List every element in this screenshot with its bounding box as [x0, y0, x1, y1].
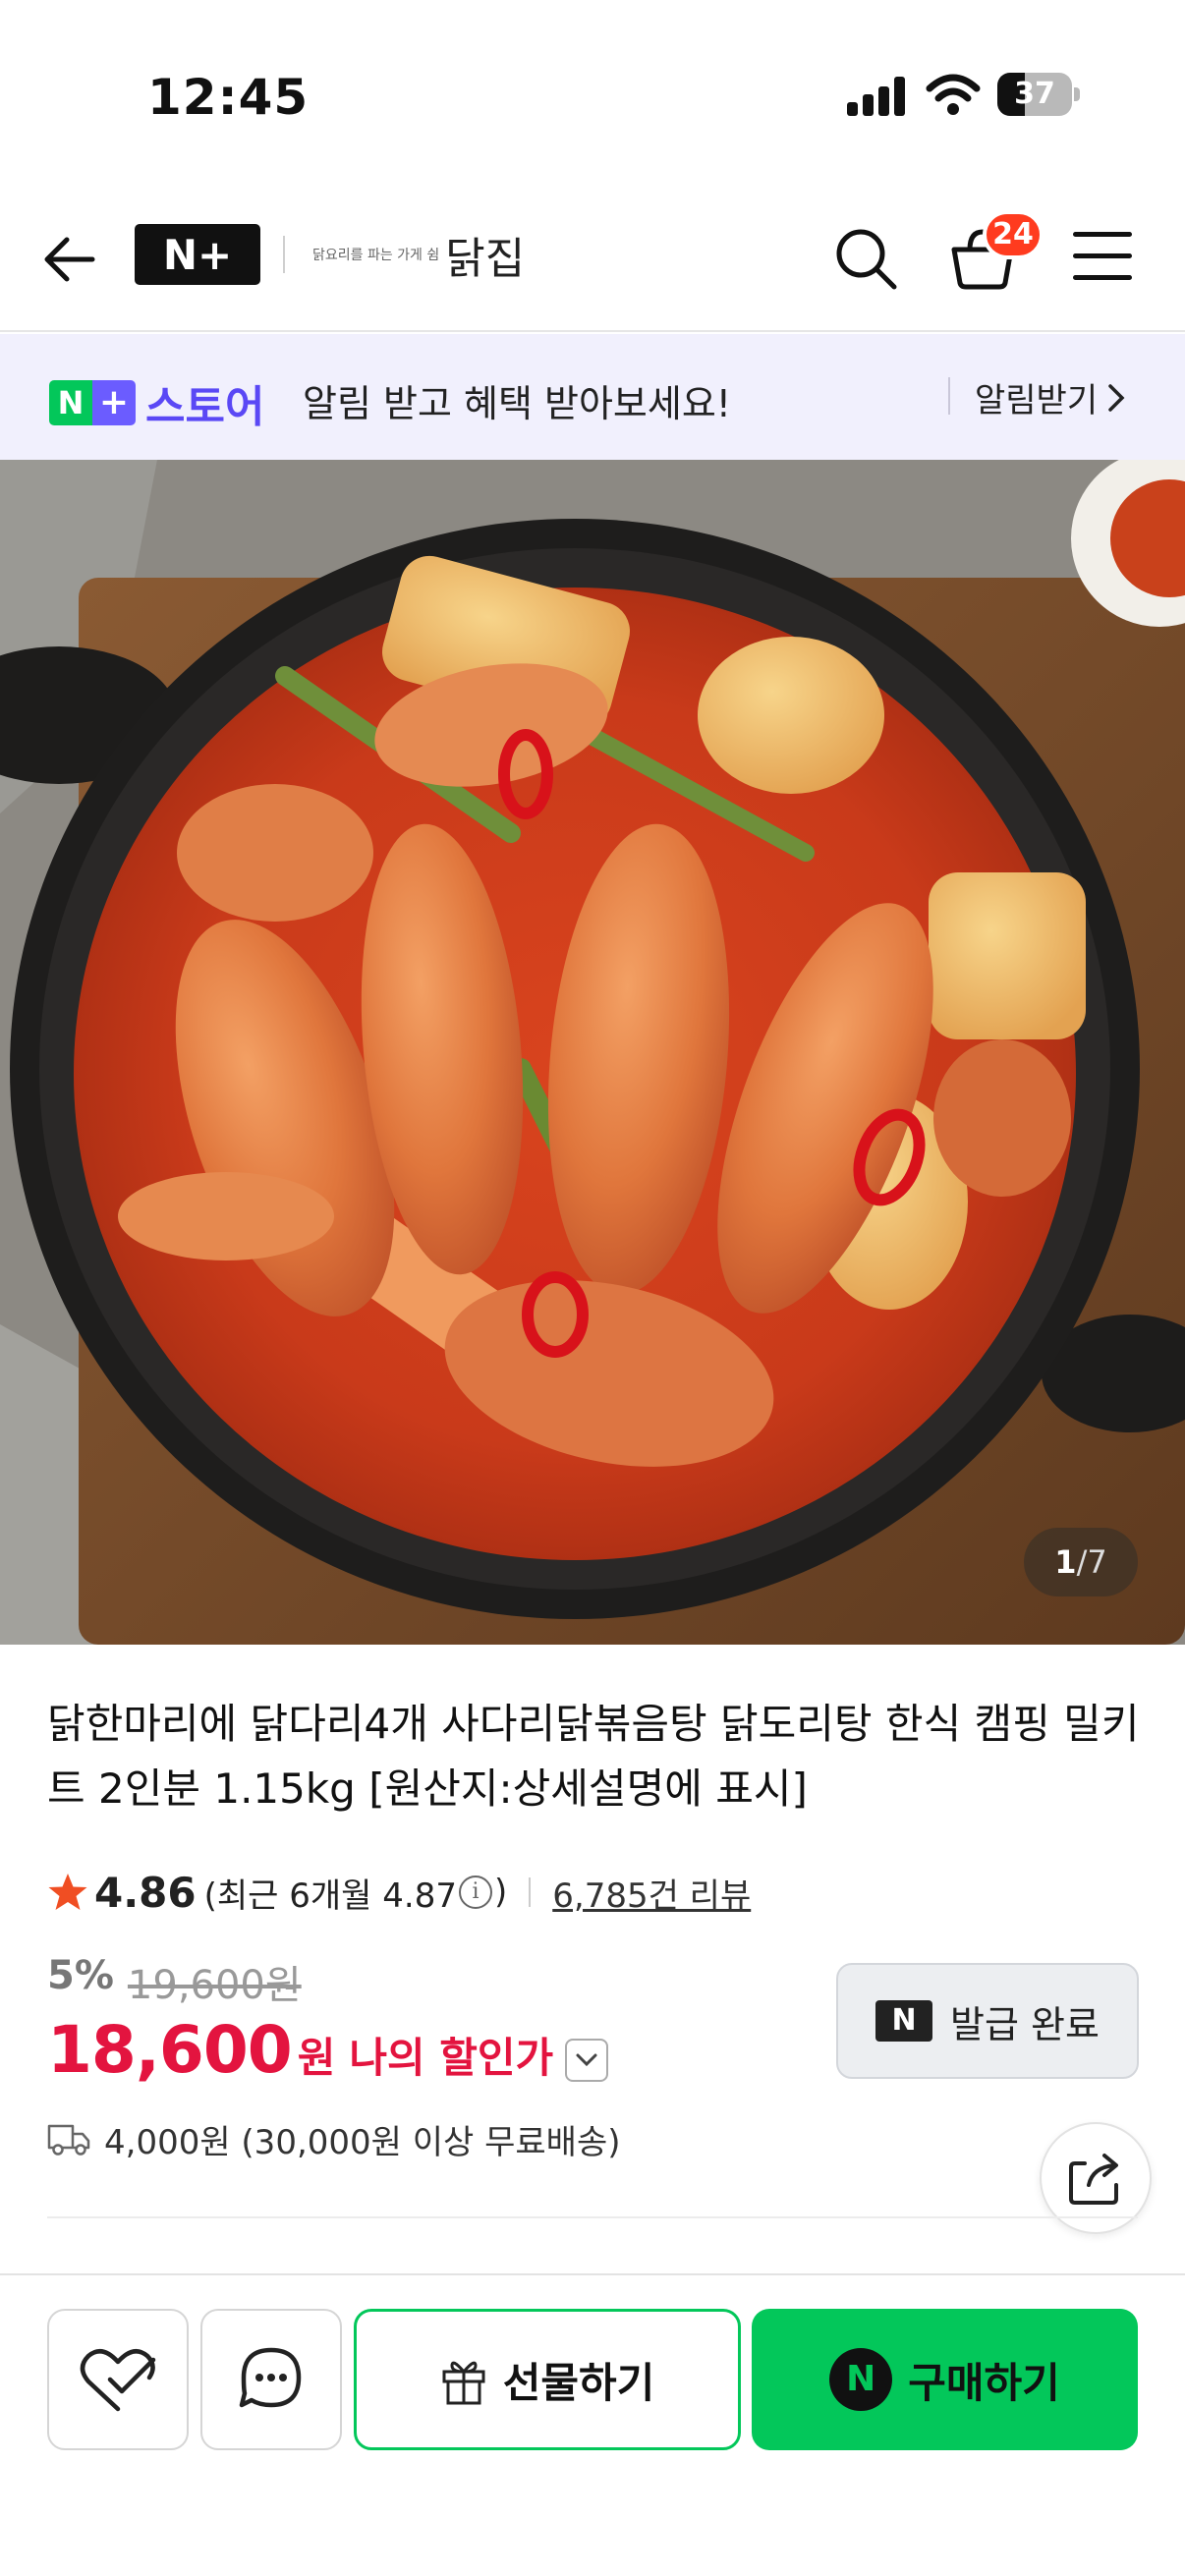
- store-brand-text: 스토어: [145, 382, 265, 432]
- rating-score: 4.86: [94, 1868, 197, 1917]
- gift-icon: [442, 2361, 485, 2405]
- original-price: 19,600원: [127, 1963, 302, 2008]
- product-photo: [0, 460, 1185, 1645]
- buy-button[interactable]: N 구매하기: [752, 2309, 1138, 2450]
- battery-icon: 37: [997, 73, 1080, 116]
- naver-pay-icon: N: [829, 2348, 893, 2411]
- notification-banner[interactable]: N + 스토어 알림 받고 혜택 받아보세요! 알림받기: [0, 334, 1185, 460]
- logo-divider: [283, 236, 285, 273]
- notice-action-label: 알림받기: [975, 381, 1099, 420]
- coupon-issued-button[interactable]: N 발급 완료: [836, 1963, 1139, 2079]
- status-bar: 12:45 37: [0, 0, 1185, 187]
- badge-plus: +: [92, 380, 136, 425]
- search-icon[interactable]: [831, 224, 900, 293]
- shipping-text: 4,000원 (30,000원 이상 무료배송): [104, 2122, 621, 2162]
- cart-count-badge: 24: [983, 210, 1044, 259]
- truck-icon: [47, 2124, 90, 2156]
- star-icon: [48, 1874, 87, 1910]
- chevron-down-icon: [576, 2053, 597, 2067]
- store-name: 닭집: [445, 234, 526, 284]
- menu-icon[interactable]: [1073, 230, 1132, 285]
- battery-level: 37: [1014, 77, 1055, 111]
- chat-button[interactable]: [200, 2309, 342, 2450]
- wifi-icon: [926, 74, 981, 115]
- notice-message: 알림 받고 혜택 받아보세요!: [303, 382, 732, 425]
- heart-check-icon: [80, 2348, 156, 2412]
- badge-n: N: [49, 380, 92, 425]
- rating-row: 4.86 (최근 6개월 4.87 i ) 6,785건 리뷰: [47, 1863, 751, 1922]
- chat-bubble-icon: [239, 2347, 302, 2408]
- recent-rating-text: (최근 6개월 4.87: [203, 1876, 457, 1916]
- price-row: 18,600 원 나의 할인가: [47, 2012, 609, 2088]
- signal-icon: [847, 77, 908, 116]
- content-divider: [47, 2216, 1138, 2218]
- store-tagline: 닭요리를 파는 가게 쉼: [312, 248, 440, 263]
- review-count-link[interactable]: 6,785건 리뷰: [552, 1869, 751, 1917]
- sale-price: 18,600: [47, 2012, 293, 2088]
- chevron-right-icon: [1108, 383, 1125, 412]
- image-counter-separator: /: [1076, 1543, 1088, 1581]
- discount-rate: 5%: [47, 1953, 114, 1998]
- app-header: N+ 닭요리를 파는 가게 쉼 닭집 24: [0, 187, 1185, 332]
- image-counter: 1/7: [1024, 1528, 1138, 1596]
- coupon-label: 발급 완료: [950, 2002, 1100, 2046]
- back-arrow-icon[interactable]: [37, 228, 100, 291]
- product-title: 닭한마리에 닭다리4개 사다리닭볶음탕 닭도리탕 한식 캠핑 밀키트 2인분 1…: [47, 1700, 1140, 1813]
- gift-button[interactable]: 선물하기: [354, 2309, 741, 2450]
- naver-plus-text: N+: [162, 230, 233, 279]
- my-discount-label: 나의 할인가: [349, 2034, 554, 2082]
- price-detail-toggle[interactable]: [565, 2039, 609, 2082]
- notification-subscribe-button[interactable]: 알림받기: [975, 373, 1127, 421]
- image-counter-current: 1: [1054, 1543, 1077, 1581]
- bottom-action-bar: 선물하기 N 구매하기: [0, 2273, 1185, 2576]
- wishlist-button[interactable]: [47, 2309, 189, 2450]
- status-time: 12:45: [147, 69, 310, 126]
- product-image[interactable]: [0, 460, 1185, 1645]
- naver-plus-logo[interactable]: N+: [135, 224, 260, 285]
- naver-plus-badge: N +: [49, 380, 136, 425]
- buy-button-label: 구매하기: [908, 2358, 1060, 2407]
- store-logo[interactable]: 닭요리를 파는 가게 쉼 닭집: [312, 224, 525, 285]
- info-icon[interactable]: i: [458, 1876, 492, 1909]
- image-counter-total: 7: [1087, 1543, 1107, 1581]
- naver-store-brand: N + 스토어: [49, 371, 264, 434]
- price-currency: 원: [297, 2034, 336, 2082]
- rating-divider: [529, 1877, 532, 1907]
- shipping-info: 4,000원 (30,000원 이상 무료배송): [47, 2112, 621, 2165]
- naver-n-icon: N: [875, 2000, 933, 2042]
- notice-divider: [948, 377, 950, 415]
- discount-row: 5% 19,600원: [47, 1953, 302, 2010]
- gift-button-label: 선물하기: [502, 2358, 655, 2407]
- recent-rating-close: ): [493, 1873, 508, 1912]
